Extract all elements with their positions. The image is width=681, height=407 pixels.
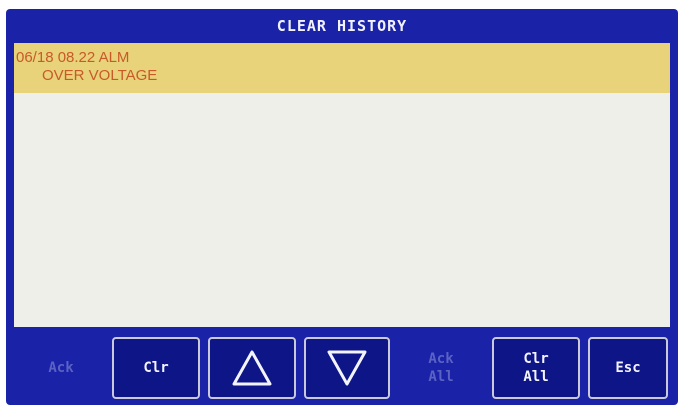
down-triangle-icon: [327, 350, 367, 386]
scroll-down-button[interactable]: [304, 337, 390, 399]
clr-all-button[interactable]: Clr All: [492, 337, 580, 399]
softkey-bar: Ack Clr Ack All Clr All Esc: [14, 331, 670, 403]
scroll-up-button[interactable]: [208, 337, 296, 399]
alarm-description: OVER VOLTAGE: [42, 67, 158, 84]
up-triangle-icon: [232, 350, 272, 386]
screen-title: CLEAR HISTORY: [276, 17, 408, 35]
esc-button[interactable]: Esc: [588, 337, 668, 399]
alarm-history-item[interactable]: 06/18 08.22 ALM OVER VOLTAGE: [14, 43, 670, 93]
alarm-timestamp: 06/18 08.22 ALM: [16, 49, 130, 66]
hmi-screen: CLEAR HISTORY 06/18 08.22 ALM OVER VOLTA…: [6, 9, 678, 405]
clr-button[interactable]: Clr: [112, 337, 200, 399]
ack-all-button[interactable]: Ack All: [398, 337, 484, 399]
ack-button[interactable]: Ack: [18, 337, 104, 399]
alarm-history-list: 06/18 08.22 ALM OVER VOLTAGE: [14, 43, 670, 327]
